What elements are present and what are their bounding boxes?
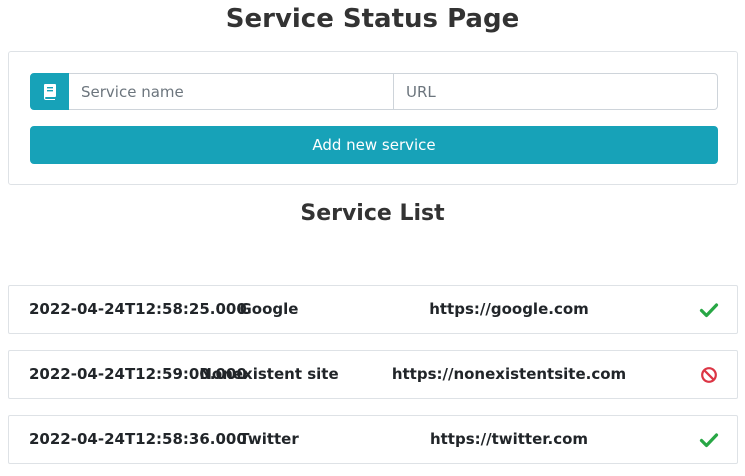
- check-icon: [699, 300, 719, 320]
- add-new-service-button[interactable]: Add new service: [30, 126, 718, 164]
- check-icon: [699, 430, 719, 450]
- service-list-title: Service List: [300, 201, 445, 226]
- service-row: 2022-04-24T12:59:00.000 Nonexistent site…: [8, 350, 738, 399]
- input-group: [30, 73, 718, 110]
- service-url: https://google.com: [429, 300, 589, 318]
- ban-icon: [699, 365, 719, 385]
- service-name: Twitter: [239, 430, 299, 448]
- service-name: Nonexistent site: [199, 365, 339, 383]
- page-title: Service Status Page: [225, 4, 520, 34]
- add-service-form: Add new service: [8, 51, 738, 185]
- service-row: 2022-04-24T12:58:36.000 Twitter https://…: [8, 415, 738, 464]
- url-input[interactable]: [394, 73, 718, 110]
- service-name-input[interactable]: [69, 73, 394, 110]
- service-url: https://nonexistentsite.com: [391, 365, 627, 383]
- service-url: https://twitter.com: [429, 430, 589, 448]
- book-icon: [30, 73, 69, 110]
- service-name: Google: [239, 300, 299, 318]
- service-row: 2022-04-24T12:58:25.000 Google https://g…: [8, 285, 738, 334]
